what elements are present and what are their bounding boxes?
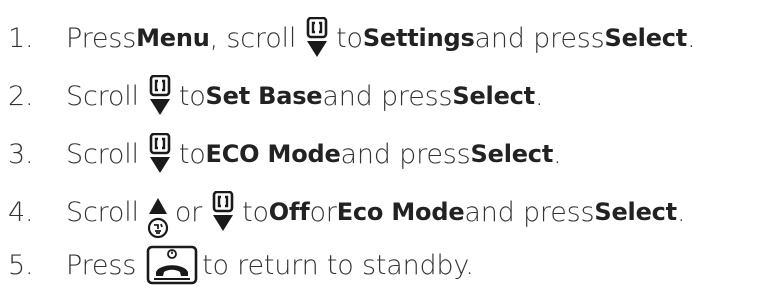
step-number: 2. — [8, 80, 34, 112]
option-off: Off — [268, 198, 310, 226]
step-text: and press — [340, 138, 471, 170]
step-1: 1. Press Menu , scroll to Settings and p… — [0, 9, 769, 67]
step-text: to — [242, 196, 269, 228]
menu-eco-mode: ECO Mode — [205, 140, 341, 168]
step-text: and press — [464, 196, 595, 228]
step-text: and press — [474, 22, 605, 54]
step-3: 3. Scroll to ECO Mode and press Select . — [0, 125, 769, 183]
key-select: Select — [470, 140, 554, 168]
step-text: Press — [66, 249, 137, 281]
step-number: 1. — [8, 22, 34, 54]
step-text: Scroll — [66, 196, 139, 228]
scroll-down-icon — [147, 133, 173, 175]
step-number: 3. — [8, 138, 34, 170]
step-text: to — [336, 22, 363, 54]
step-text: to — [178, 138, 206, 170]
step-text: , scroll — [209, 22, 297, 54]
step-text: Press — [66, 22, 137, 54]
step-text: . — [534, 80, 544, 112]
step-4: 4. Scroll or to Off or Eco Mode and pres… — [0, 183, 769, 241]
key-select: Select — [604, 24, 688, 52]
step-text: . — [687, 22, 696, 54]
step-2: 2. Scroll to Set Base and press Select . — [0, 67, 769, 125]
menu-settings: Settings — [362, 24, 475, 52]
step-number: 4. — [8, 196, 34, 228]
scroll-up-icon — [147, 196, 169, 240]
step-text: Scroll — [66, 138, 139, 170]
key-select: Select — [594, 198, 677, 226]
step-text: or — [174, 196, 203, 228]
scroll-down-icon — [210, 191, 236, 233]
key-menu: Menu — [136, 24, 210, 52]
key-select: Select — [452, 82, 535, 110]
scroll-down-icon — [304, 17, 330, 59]
step-text: . — [676, 196, 686, 228]
step-text: . — [553, 138, 562, 170]
option-eco-mode: Eco Mode — [336, 198, 465, 226]
step-text: to — [178, 80, 206, 112]
step-number: 5. — [8, 249, 34, 281]
step-text: and press — [322, 80, 453, 112]
step-text: or — [309, 196, 337, 228]
menu-set-base: Set Base — [205, 82, 323, 110]
step-text: to return to standby. — [202, 249, 474, 281]
step-text: Scroll — [66, 80, 139, 112]
scroll-down-icon — [147, 75, 173, 117]
step-5: 5. Press to return to standby. — [0, 236, 769, 294]
end-call-key-icon — [146, 245, 198, 285]
